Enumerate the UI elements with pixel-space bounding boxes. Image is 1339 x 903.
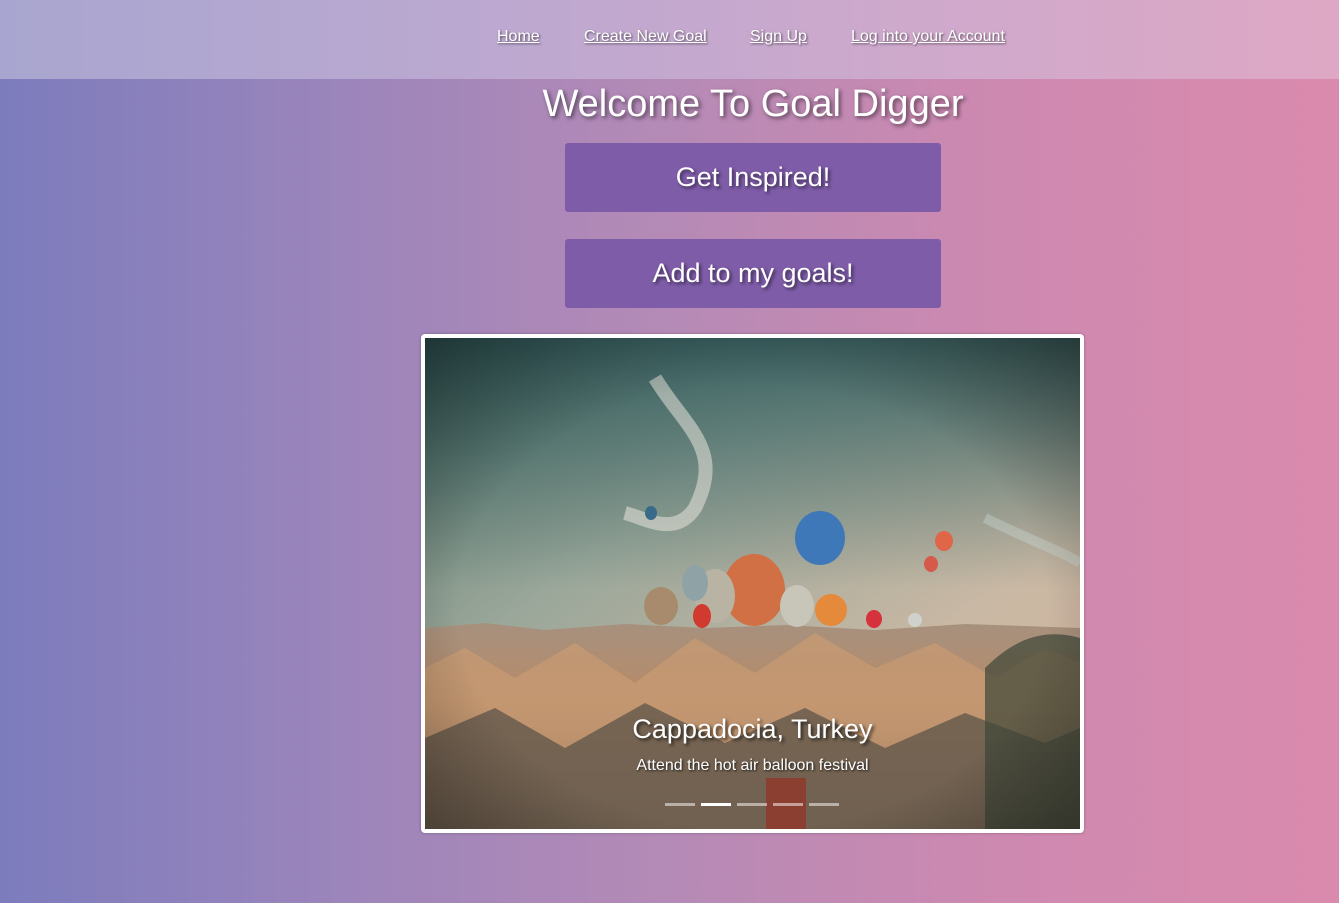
carousel-indicators — [665, 803, 845, 809]
add-to-goals-button[interactable]: Add to my goals! — [565, 239, 941, 308]
nav-sign-up-link[interactable]: Sign Up — [750, 28, 807, 46]
nav-login-link[interactable]: Log into your Account — [851, 28, 1005, 46]
carousel-indicator-2[interactable] — [701, 803, 731, 806]
slide-image-hot-air-balloons — [425, 338, 1080, 829]
image-carousel[interactable]: Cappadocia, Turkey Attend the hot air ba… — [421, 334, 1084, 833]
carousel-indicator-3[interactable] — [737, 803, 767, 806]
get-inspired-button[interactable]: Get Inspired! — [565, 143, 941, 212]
carousel-indicator-1[interactable] — [665, 803, 695, 806]
navbar: Home Create New Goal Sign Up Log into yo… — [0, 0, 1339, 79]
nav-create-goal-link[interactable]: Create New Goal — [584, 28, 707, 46]
slide-caption-text: Attend the hot air balloon festival — [636, 757, 869, 774]
carousel-indicator-4[interactable] — [773, 803, 803, 806]
slide-caption-title: Cappadocia, Turkey — [632, 714, 873, 744]
nav-home-link[interactable]: Home — [497, 28, 540, 46]
page-title: Welcome To Goal Digger — [542, 83, 964, 125]
carousel-indicator-5[interactable] — [809, 803, 839, 806]
